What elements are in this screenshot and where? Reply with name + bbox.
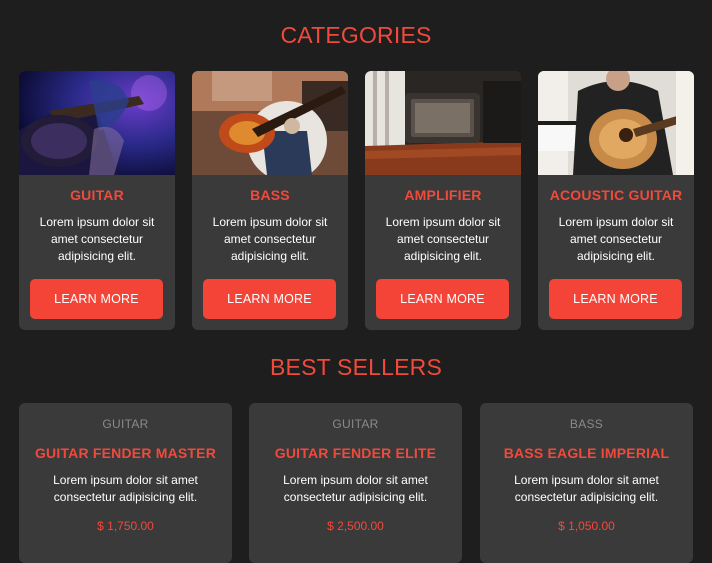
acoustic-guitar-image (538, 71, 694, 175)
category-name: BASS (250, 187, 290, 203)
category-card-bass: BASS Lorem ipsum dolor sit amet consecte… (192, 71, 348, 330)
product-price: $ 2,500.00 (327, 519, 384, 533)
category-name: ACOUSTIC GUITAR (549, 187, 683, 203)
category-description: Lorem ipsum dolor sit amet consectetur a… (385, 215, 501, 263)
learn-more-button[interactable]: LEARN MORE (30, 279, 163, 319)
product-category: GUITAR (332, 417, 379, 431)
product-description: Lorem ipsum dolor sit amet consectetur a… (514, 473, 659, 504)
learn-more-button[interactable]: LEARN MORE (549, 279, 682, 319)
best-sellers-title: BEST SELLERS (269, 354, 442, 380)
product-description: Lorem ipsum dolor sit amet consectetur a… (283, 473, 428, 504)
category-card-amplifier: AMPLIFIER Lorem ipsum dolor sit amet con… (365, 71, 521, 330)
category-name: AMPLIFIER (404, 187, 482, 203)
product-card[interactable]: BASS BASS EAGLE IMPERIAL Lorem ipsum dol… (480, 403, 693, 563)
product-card[interactable]: GUITAR GUITAR FENDER MASTER Lorem ipsum … (19, 403, 232, 563)
category-description: Lorem ipsum dolor sit amet consectetur a… (39, 215, 155, 263)
category-card-guitar: GUITAR Lorem ipsum dolor sit amet consec… (19, 71, 175, 330)
learn-more-button[interactable]: LEARN MORE (376, 279, 509, 319)
category-card-acoustic-guitar: ACOUSTIC GUITAR Lorem ipsum dolor sit am… (538, 71, 694, 330)
guitar-image (19, 71, 175, 175)
product-name: GUITAR FENDER MASTER (34, 445, 217, 461)
learn-more-button[interactable]: LEARN MORE (203, 279, 336, 319)
category-name: GUITAR (70, 187, 124, 203)
product-price: $ 1,050.00 (558, 519, 615, 533)
product-category: BASS (569, 417, 604, 431)
category-description: Lorem ipsum dolor sit amet consectetur a… (558, 215, 674, 263)
categories-title: CATEGORIES (280, 22, 432, 48)
product-category: GUITAR (102, 417, 149, 431)
product-card[interactable]: GUITAR GUITAR FENDER ELITE Lorem ipsum d… (249, 403, 462, 563)
product-price: $ 1,750.00 (97, 519, 154, 533)
amplifier-image (365, 71, 521, 175)
product-name: GUITAR FENDER ELITE (274, 445, 437, 461)
product-name: BASS EAGLE IMPERIAL (503, 445, 670, 461)
product-description: Lorem ipsum dolor sit amet consectetur a… (53, 473, 198, 504)
bass-image (192, 71, 348, 175)
category-description: Lorem ipsum dolor sit amet consectetur a… (212, 215, 328, 263)
